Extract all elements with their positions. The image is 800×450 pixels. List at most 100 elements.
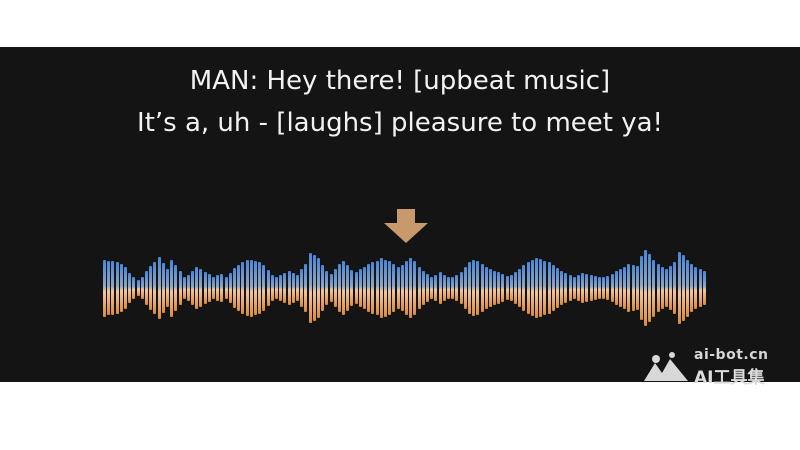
waveform-bar	[593, 275, 597, 301]
waveform-bar	[497, 272, 501, 304]
waveform-bar	[396, 267, 400, 309]
waveform-bar	[430, 276, 434, 300]
waveform-bar	[375, 260, 379, 316]
waveform-bar	[342, 261, 346, 315]
waveform-bar	[576, 275, 580, 301]
waveform-bar	[350, 269, 354, 307]
waveform-bar	[144, 270, 148, 306]
waveform-bar	[149, 265, 153, 311]
waveform-bar	[518, 269, 522, 307]
waveform-bar	[237, 265, 241, 311]
waveform-bar	[656, 264, 660, 312]
waveform-bar	[564, 272, 568, 304]
waveform-bar	[526, 262, 530, 314]
waveform-bar	[522, 265, 526, 311]
waveform-bar	[455, 274, 459, 302]
waveform-bar	[535, 258, 539, 318]
waveform-bar	[111, 261, 115, 315]
audio-waveform	[103, 250, 707, 326]
waveform-bar	[505, 275, 509, 301]
waveform-bar	[174, 265, 178, 311]
waveform-bar	[463, 267, 467, 309]
waveform-bar	[262, 265, 266, 311]
waveform-bar	[249, 259, 253, 317]
waveform-bar	[161, 263, 165, 313]
waveform-bar	[652, 259, 656, 317]
watermark-title: AI工具集	[694, 368, 765, 388]
waveform-bar	[304, 264, 308, 312]
waveform-bar	[358, 269, 362, 307]
waveform-bar	[434, 274, 438, 302]
waveform-bar	[405, 260, 408, 316]
waveform-bar	[488, 269, 492, 307]
waveform-bar	[547, 262, 551, 314]
waveform-bar	[597, 276, 601, 300]
waveform-bar	[392, 264, 396, 312]
waveform-bar	[451, 277, 455, 299]
waveform-bar	[233, 268, 237, 308]
waveform-bar	[333, 269, 337, 307]
waveform-bar	[270, 274, 274, 302]
waveform-bar	[476, 261, 480, 315]
waveform-bar	[199, 269, 203, 307]
waveform-bar	[702, 270, 706, 306]
waveform-bar	[509, 274, 513, 302]
waveform-bar	[698, 269, 702, 307]
waveform-bar	[556, 268, 559, 308]
waveform-bar	[614, 271, 618, 305]
watermark: ai-bot.cn AI工具集	[642, 345, 792, 388]
waveform-bar	[258, 262, 262, 314]
waveform-bar	[493, 270, 497, 306]
waveform-bar	[677, 251, 681, 325]
waveform-bar	[413, 261, 417, 315]
waveform-bar	[283, 272, 287, 304]
waveform-bar	[157, 256, 161, 320]
waveform-bar	[316, 257, 320, 319]
waveform-bar	[140, 276, 144, 300]
caption-line-2: It’s a, uh - [laughs] pleasure to meet y…	[137, 108, 663, 138]
waveform-bar	[673, 262, 677, 314]
waveform-bar	[346, 265, 350, 311]
waveform-bar	[136, 279, 140, 297]
waveform-bar	[639, 255, 643, 321]
waveform-bar	[644, 250, 648, 326]
waveform-bar	[581, 272, 585, 304]
waveform-bar	[178, 270, 182, 306]
waveform-bar	[384, 259, 388, 317]
waveform-bar	[321, 265, 325, 311]
waveform-bar	[107, 260, 111, 316]
waveform-bar	[379, 257, 383, 319]
waveform-bar	[589, 274, 593, 302]
waveform-bar	[291, 272, 295, 304]
waveform-bar	[467, 262, 471, 314]
waveform-bar	[295, 274, 299, 302]
waveform-bar	[186, 274, 190, 302]
waveform-bar	[170, 259, 174, 317]
waveform-bar	[681, 254, 685, 322]
waveform-bar	[241, 262, 245, 314]
waveform-bar	[690, 264, 694, 312]
waveform-bar	[308, 253, 312, 323]
waveform-bar	[245, 259, 249, 317]
waveform-bar	[572, 276, 576, 300]
waveform-bar	[266, 269, 270, 307]
waveform-bar	[203, 272, 207, 304]
waveform-bar	[648, 253, 652, 323]
caption-text: MAN: Hey there! [upbeat music] It’s a, u…	[0, 60, 800, 144]
waveform-bar	[128, 272, 132, 304]
waveform-bar	[195, 267, 199, 309]
waveform-bar	[514, 272, 518, 304]
waveform-bar	[472, 259, 476, 317]
caption-line-1: MAN: Hey there! [upbeat music]	[189, 66, 611, 96]
page: MAN: Hey there! [upbeat music] It’s a, u…	[0, 0, 800, 450]
waveform-bar	[568, 274, 572, 302]
waveform-bar	[551, 265, 555, 311]
waveform-bar	[254, 260, 257, 316]
waveform-bar	[212, 276, 216, 300]
waveform-bar	[123, 267, 127, 309]
waveform-bar	[191, 270, 195, 306]
waveform-bar	[442, 274, 446, 302]
waveform-bar	[153, 262, 157, 314]
waveform-bar	[694, 267, 698, 309]
waveform-bar	[182, 276, 186, 300]
